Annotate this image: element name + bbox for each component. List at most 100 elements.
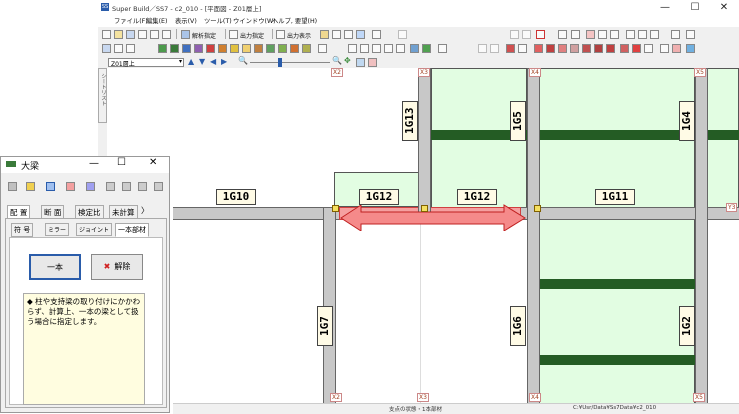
dialog-search-icon[interactable] [26, 182, 35, 191]
dialog-cut-icon[interactable] [66, 182, 75, 191]
load-icon[interactable] [290, 44, 299, 53]
slab-panel[interactable] [539, 219, 695, 413]
brace-icon[interactable] [194, 44, 203, 53]
link-icon[interactable] [478, 44, 487, 53]
zoom-in-icon[interactable]: 🔍 [332, 56, 342, 65]
pile-icon[interactable] [266, 44, 275, 53]
frame-view-icon[interactable] [644, 44, 653, 53]
foundation-icon[interactable] [254, 44, 263, 53]
zoom-slider-thumb[interactable] [278, 58, 282, 67]
slab-icon[interactable] [218, 44, 227, 53]
tile-icon[interactable] [671, 30, 680, 39]
table-icon-2[interactable] [518, 44, 527, 53]
calc-icon[interactable] [344, 30, 353, 39]
plan-canvas[interactable]: 1G10 1G12 1G12 1G11 1G13 1G5 1G4 1G7 1G6… [173, 68, 739, 413]
print-icon[interactable] [138, 30, 147, 39]
beam-label-v4[interactable]: 1G7 [317, 306, 333, 346]
circle-icon[interactable] [372, 44, 381, 53]
beam-label-h4[interactable]: 1G11 [595, 189, 635, 205]
dialog-flag-icon[interactable] [154, 182, 163, 191]
delete-icon[interactable] [536, 30, 545, 39]
node-icon[interactable] [384, 44, 393, 53]
output-setting-icon[interactable] [229, 30, 238, 39]
new-icon[interactable] [102, 30, 111, 39]
single-member-button[interactable]: 一本 [29, 254, 81, 280]
dialog-joint-icon[interactable] [122, 182, 131, 191]
lift-icon[interactable] [558, 44, 567, 53]
pan-icon[interactable]: ✥ [344, 56, 351, 65]
mark2-icon[interactable] [672, 44, 681, 53]
btn-hyoji[interactable]: 出力表示 [287, 31, 311, 40]
zoom-slider-track[interactable] [250, 62, 330, 63]
menu-tools[interactable]: ツール(T) [204, 16, 232, 25]
dimension-icon[interactable] [348, 44, 357, 53]
frame-icon[interactable] [114, 44, 123, 53]
dialog-copy-icon[interactable] [138, 182, 147, 191]
column-icon[interactable] [158, 44, 167, 53]
redo-icon[interactable] [522, 30, 531, 39]
fit-icon[interactable] [356, 58, 365, 67]
node-marker[interactable] [332, 205, 339, 212]
pointer-icon[interactable] [650, 30, 659, 39]
tab-scroll-right-icon[interactable]: 〉 [141, 205, 149, 216]
dialog-tool-icon[interactable] [8, 182, 17, 191]
arrow-right-icon[interactable]: ▶ [221, 57, 227, 66]
rotate-icon[interactable] [638, 30, 647, 39]
column-x3[interactable] [418, 68, 431, 220]
beam-label-h1[interactable]: 1G10 [216, 189, 256, 205]
table-grid-icon[interactable] [318, 44, 327, 53]
preview-icon[interactable] [150, 30, 159, 39]
menu-window[interactable]: ウインドウ(W) [233, 16, 276, 25]
wall-icon[interactable] [206, 44, 215, 53]
settings-icon[interactable] [162, 30, 171, 39]
shape-icon[interactable] [620, 44, 629, 53]
dialog-close-button[interactable]: ✕ [149, 157, 157, 168]
minimize-button[interactable]: — [650, 0, 680, 15]
dialog-font-icon[interactable] [86, 182, 95, 191]
support-icon[interactable] [410, 44, 419, 53]
beam-label-v2[interactable]: 1G5 [510, 101, 526, 141]
table-icon[interactable] [558, 30, 567, 39]
mark-icon[interactable] [570, 44, 579, 53]
anchor-icon[interactable] [546, 44, 555, 53]
release-button[interactable]: ✖ 解除 [91, 254, 143, 280]
stamp-icon[interactable] [506, 44, 515, 53]
subtab-joint[interactable]: ジョイント [76, 223, 113, 236]
subtab-fugo[interactable]: 符 号 [11, 223, 34, 237]
copy-icon[interactable] [510, 30, 519, 39]
undo-icon[interactable] [398, 30, 407, 39]
column-x5[interactable] [695, 68, 708, 413]
layer-icon[interactable] [126, 44, 135, 53]
subtab-mirror[interactable]: ミラー [45, 223, 70, 236]
list-icon[interactable] [571, 30, 580, 39]
menu-edit[interactable]: 編集(E) [146, 16, 168, 25]
girder-icon[interactable] [170, 44, 179, 53]
measure-icon[interactable] [360, 44, 369, 53]
arrow-down-icon[interactable]: ▼ [199, 57, 205, 66]
save-icon[interactable] [126, 30, 135, 39]
folder-icon[interactable] [320, 30, 329, 39]
beam-icon[interactable] [182, 44, 191, 53]
secondary-beam[interactable] [539, 279, 695, 289]
menu-file[interactable]: ファイル(F) [114, 16, 148, 25]
dialog-minimize-button[interactable]: — [89, 158, 99, 169]
cut-icon[interactable] [632, 44, 641, 53]
level-icon[interactable] [438, 44, 447, 53]
dialog-mirror-icon[interactable] [106, 182, 115, 191]
sheet-list-tab[interactable]: シートリスト [98, 68, 107, 123]
globe-icon[interactable] [372, 30, 381, 39]
subtab-single-member[interactable]: 一本部材 [115, 223, 149, 237]
arrow-left-icon[interactable]: ◀ [210, 57, 216, 66]
redraw-icon[interactable] [368, 58, 377, 67]
move-icon[interactable] [626, 30, 635, 39]
column-x4[interactable] [527, 68, 540, 413]
grid-icon[interactable] [586, 30, 595, 39]
stop-icon[interactable] [606, 44, 615, 53]
secondary-beam[interactable] [707, 130, 739, 140]
fire-icon[interactable] [534, 44, 543, 53]
secondary-beam[interactable] [539, 130, 695, 140]
arrow-up-icon[interactable]: ▲ [188, 57, 194, 66]
zoom-out-icon[interactable]: 🔍 [238, 56, 248, 65]
btn-shutsuryoku[interactable]: 出力指定 [240, 31, 264, 40]
menu-view[interactable]: 表示(V) [175, 16, 197, 25]
